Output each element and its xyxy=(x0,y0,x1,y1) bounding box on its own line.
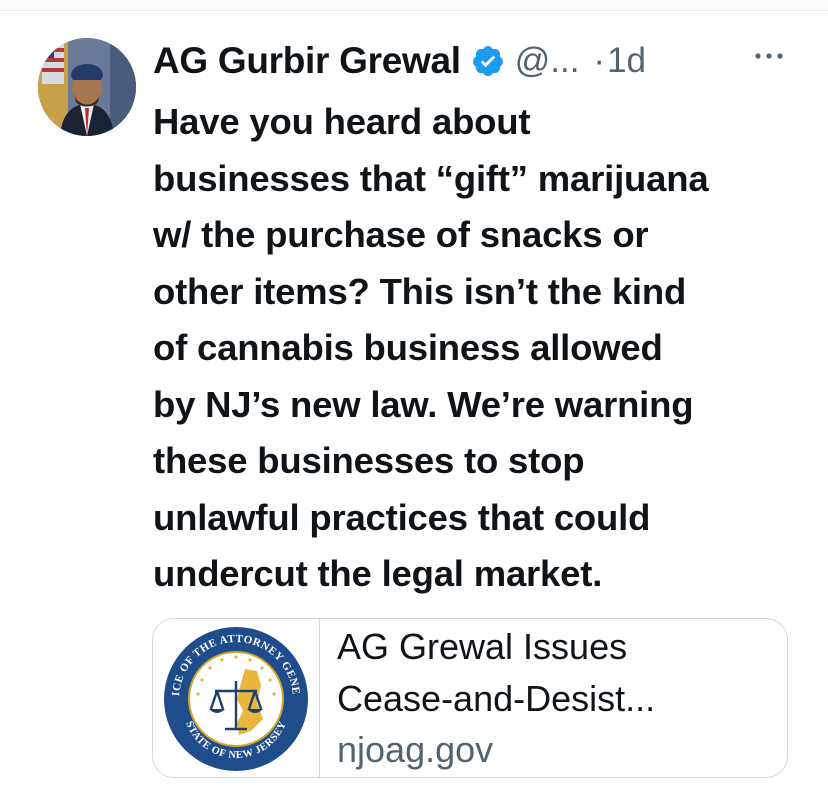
top-divider xyxy=(0,0,828,11)
card-title[interactable]: AG Grewal Issues Cease-and-Desist... xyxy=(337,621,777,725)
action-bar-peek xyxy=(150,796,790,806)
tweet-text-line: by NJ’s new law. We’re warning xyxy=(153,383,694,425)
author-avatar[interactable] xyxy=(38,38,136,136)
author-name[interactable]: AG Gurbir Grewal xyxy=(153,40,461,82)
tweet-text-line: other items? This isn’t the kind xyxy=(153,270,687,312)
link-preview-card[interactable]: OFFICE OF THE ATTORNEY GENERAL STATE OF … xyxy=(152,618,788,778)
tweet-text-line: these businesses to stop xyxy=(153,440,585,481)
tweet-text-line: of cannabis business allowed xyxy=(153,327,663,368)
tweet-text-line: w/ the purchase of snacks or xyxy=(153,214,649,255)
tweet-text: Have you heard about businesses that “gi… xyxy=(153,94,808,603)
tweet-text-line: Have you heard about xyxy=(153,101,531,142)
card-thumbnail: OFFICE OF THE ATTORNEY GENERAL STATE OF … xyxy=(153,619,320,777)
author-handle[interactable]: @... xyxy=(515,41,580,81)
tweet-timestamp[interactable]: 1d xyxy=(607,41,646,81)
verified-badge-icon xyxy=(472,46,503,76)
card-domain: njoag.gov xyxy=(337,729,494,770)
tweet-header: AG Gurbir Grewal @... · 1d xyxy=(153,36,646,86)
card-title-line: AG Grewal Issues xyxy=(337,626,628,667)
nj-attorney-general-seal-logo: OFFICE OF THE ATTORNEY GENERAL STATE OF … xyxy=(153,619,312,775)
card-title-line: Cease-and-Desist... xyxy=(337,678,656,719)
tweet-text-line: businesses that “gift” marijuana xyxy=(153,157,709,199)
tweet-text-line: unlawful practices that could xyxy=(153,496,651,538)
avatar-image xyxy=(38,38,136,136)
more-options-button[interactable] xyxy=(752,44,786,68)
separator-dot: · xyxy=(593,41,606,80)
tweet-text-line: undercut the legal market. xyxy=(153,553,603,594)
more-horizontal-icon xyxy=(755,53,783,59)
